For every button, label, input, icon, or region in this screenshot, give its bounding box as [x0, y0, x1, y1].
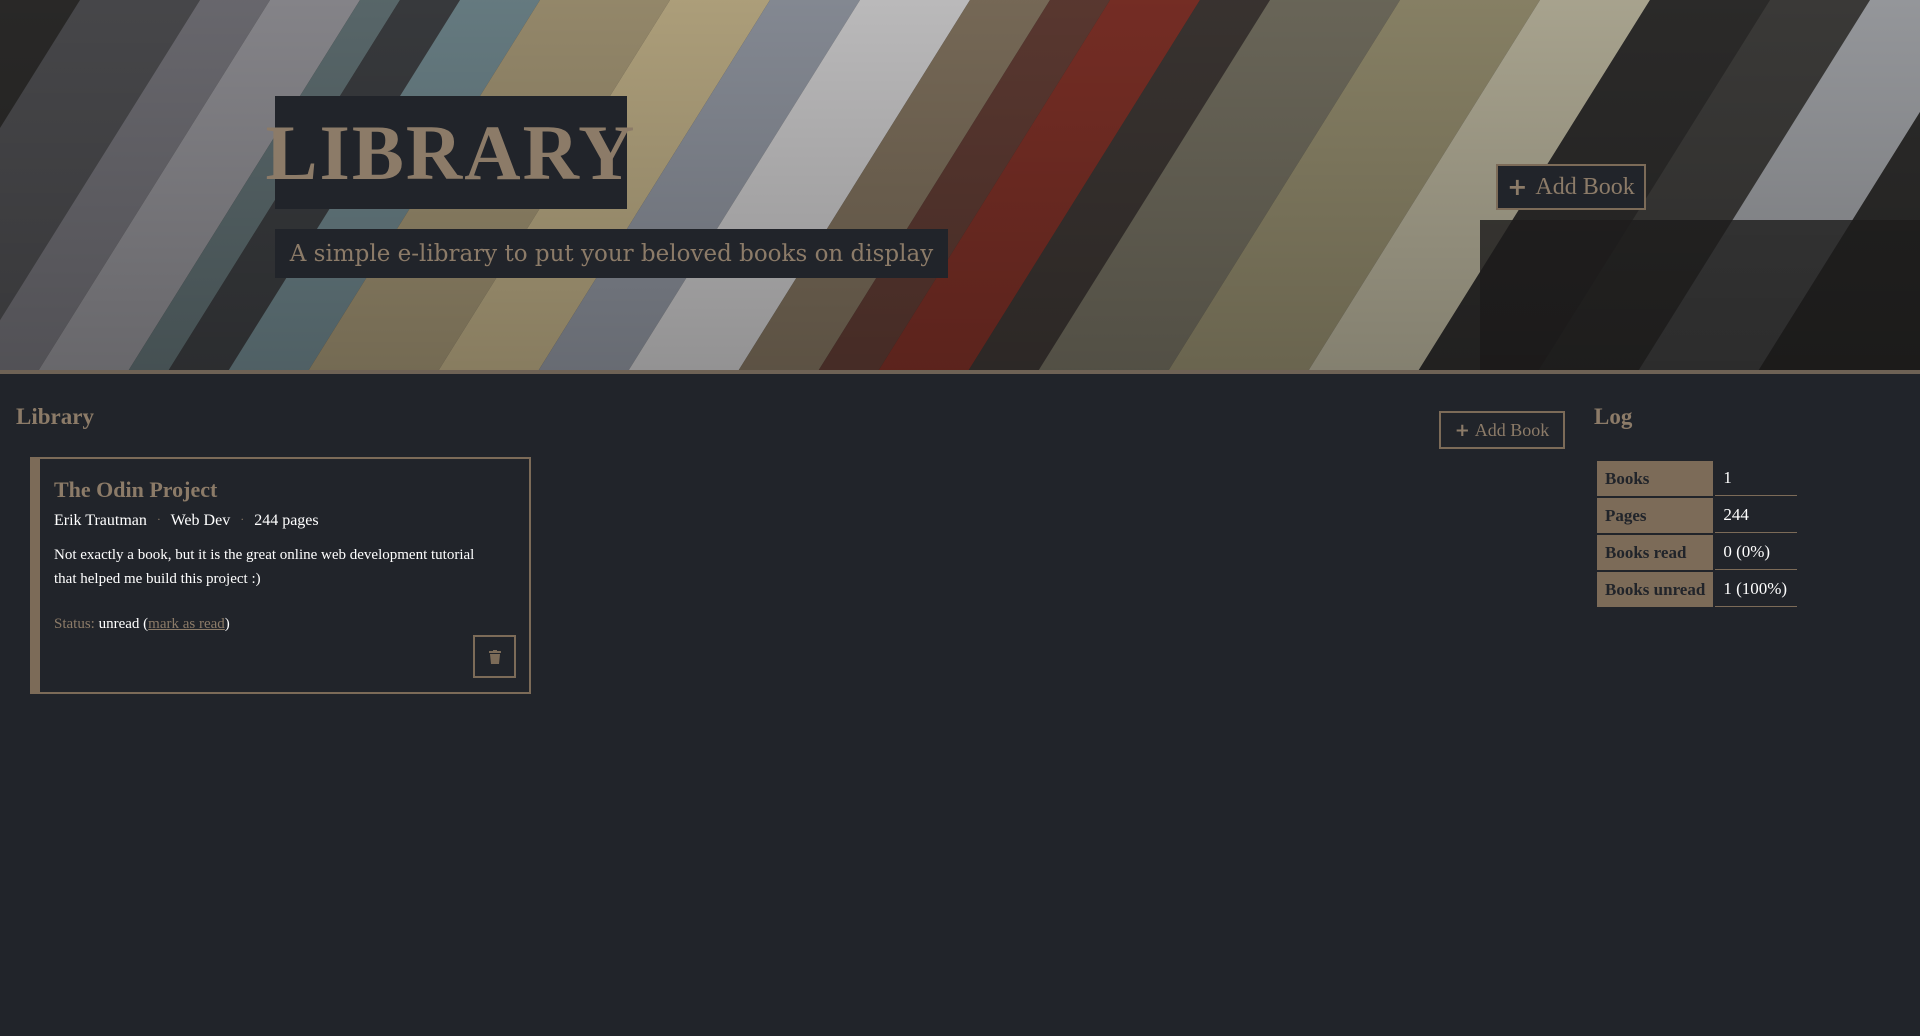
hero-banner: LIBRARY A simple e-library to put your b… [0, 0, 1920, 374]
log-row: Books read 0 (0%) [1597, 535, 1798, 570]
book-description: Not exactly a book, but it is the great … [54, 547, 475, 587]
book-card: The Odin Project Erik Trautman · Web Dev… [30, 457, 531, 694]
trash-icon [488, 649, 501, 664]
log-row: Pages 244 [1597, 498, 1798, 533]
add-book-button[interactable]: + Add Book [1439, 411, 1565, 449]
log-label: Books [1597, 461, 1714, 496]
plus-icon: + [1454, 419, 1470, 441]
book-pages: 244 pages [254, 512, 319, 529]
log-table: Books 1 Pages 244 Books read 0 (0%) Book… [1595, 459, 1799, 609]
separator-dot: · [240, 512, 245, 526]
status-label: Status: [54, 616, 95, 632]
log-row: Books unread 1 (100%) [1597, 572, 1798, 607]
tagline: A simple e-library to put your beloved b… [275, 229, 948, 278]
log-label: Books read [1597, 535, 1714, 570]
log-heading: Log [1594, 404, 1633, 429]
delete-book-button[interactable] [473, 635, 516, 678]
mark-as-read-link[interactable]: mark as read [148, 616, 225, 632]
hero-add-book-button[interactable]: + Add Book [1496, 164, 1646, 210]
log-value: 0 (0%) [1715, 535, 1798, 570]
book-author: Erik Trautman [54, 512, 147, 529]
log-value: 1 [1715, 461, 1798, 496]
plus-icon: + [1507, 173, 1528, 201]
book-genre: Web Dev [170, 512, 231, 529]
site-logo: LIBRARY [266, 96, 635, 209]
add-book-label: Add Book [1535, 173, 1635, 200]
log-label: Books unread [1597, 572, 1714, 607]
book-title: The Odin Project [54, 477, 218, 502]
log-value: 244 [1715, 498, 1798, 533]
book-meta: Erik Trautman · Web Dev · 244 pages [54, 512, 319, 530]
library-heading: Library [16, 404, 94, 429]
separator-dot: · [156, 512, 161, 526]
tagline-text: A simple e-library to put your beloved b… [289, 240, 934, 267]
log-label: Pages [1597, 498, 1714, 533]
add-book-label: Add Book [1474, 419, 1550, 440]
log-value: 1 (100%) [1715, 572, 1798, 607]
status-value: unread [98, 616, 140, 632]
log-row: Books 1 [1597, 461, 1798, 496]
logo-text: LIBRARY [265, 108, 637, 196]
book-status: Status: unread (mark as read) [54, 616, 230, 632]
